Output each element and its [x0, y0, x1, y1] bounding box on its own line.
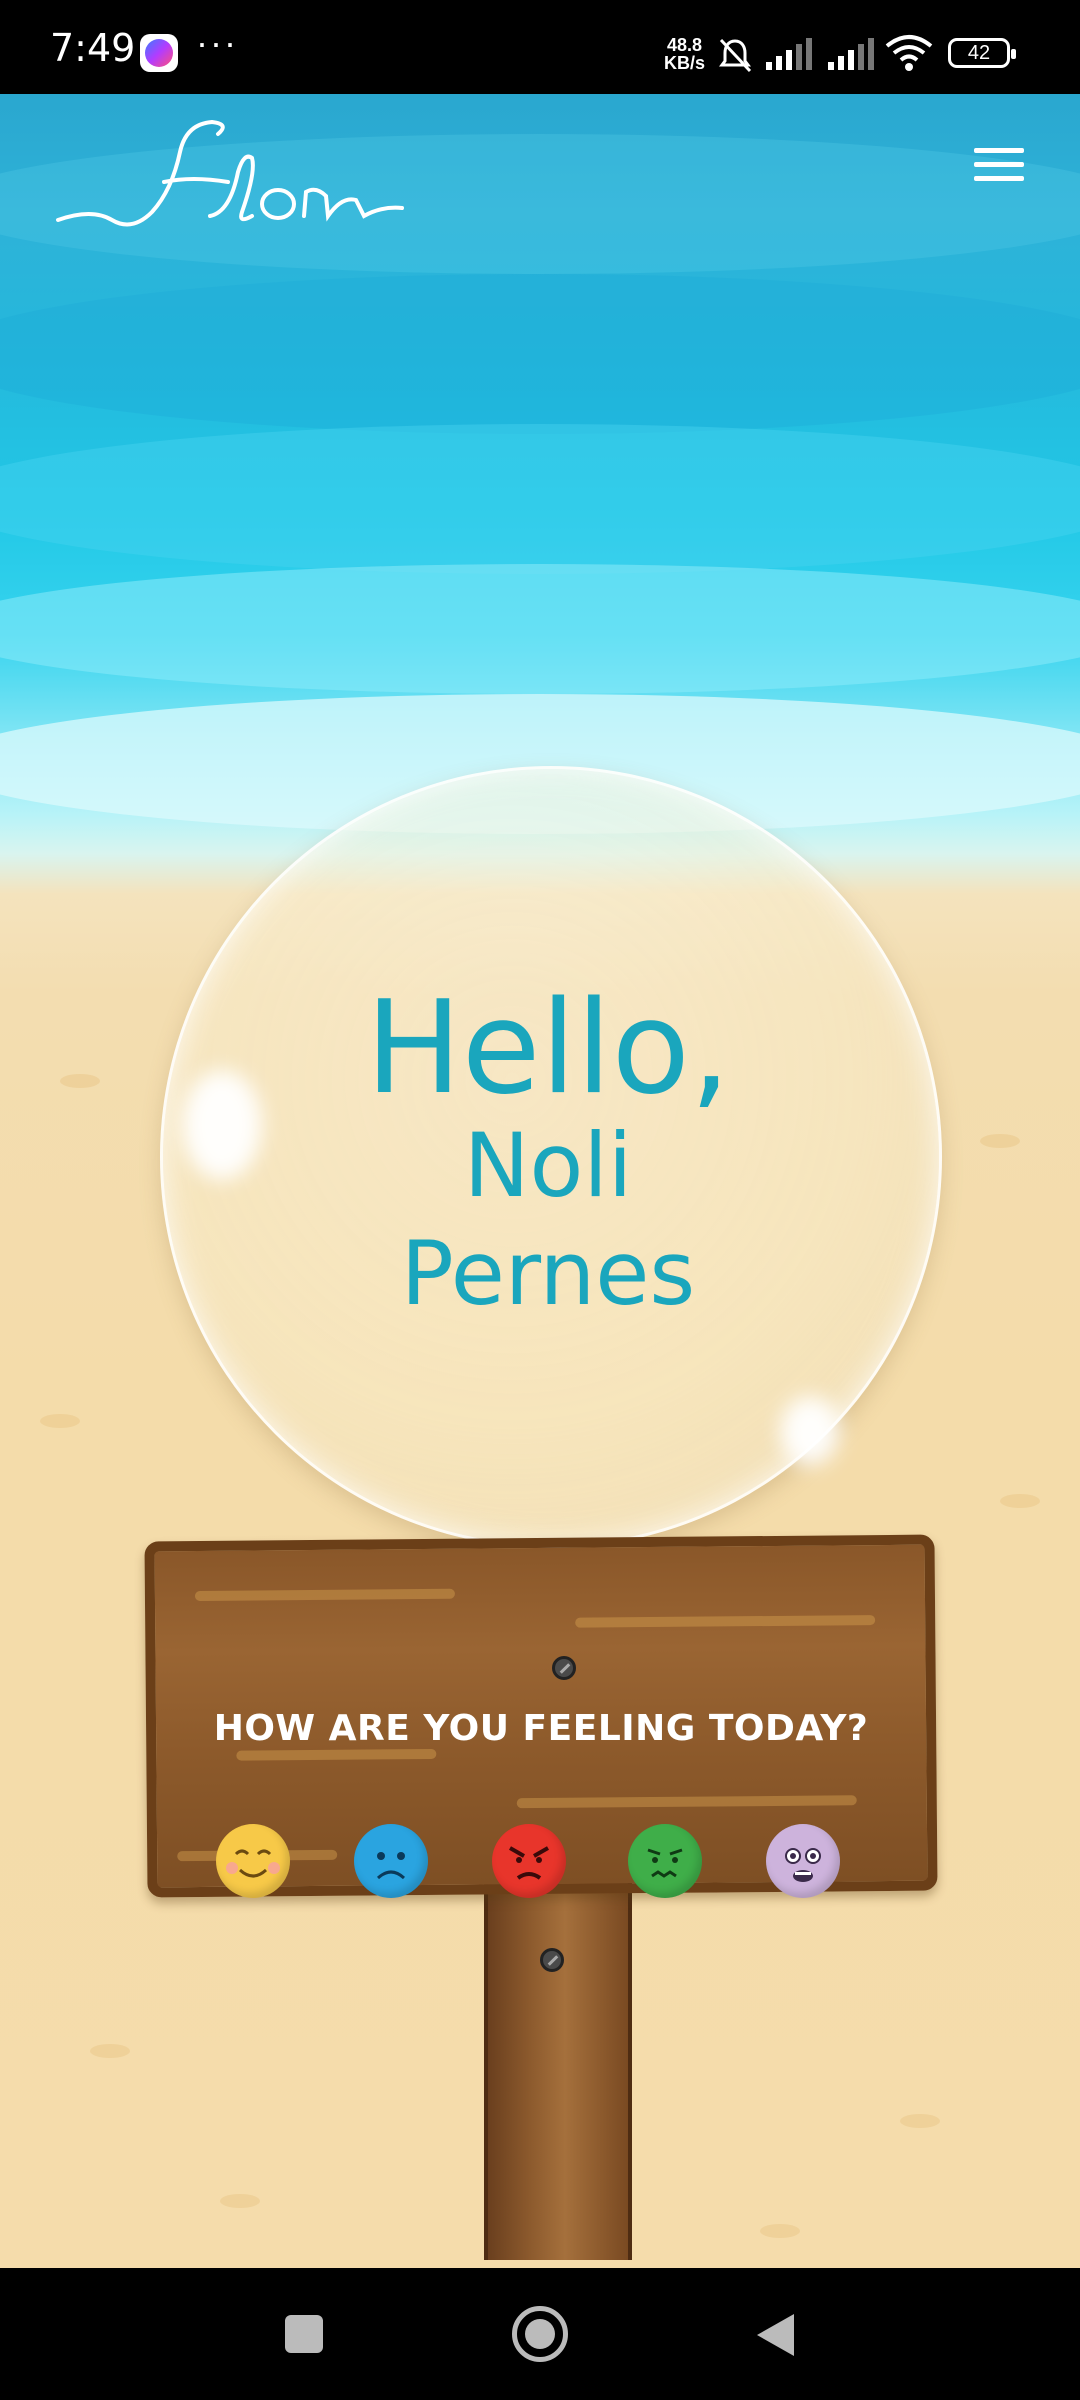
- bell-muted-icon: [719, 38, 752, 73]
- recents-square-icon[interactable]: [244, 2268, 364, 2400]
- more-notifications-icon: ···: [196, 22, 238, 63]
- home-circle-icon[interactable]: [480, 2268, 600, 2400]
- nail-icon: [540, 1948, 564, 1972]
- sand-texture: [980, 1134, 1020, 1148]
- wifi-icon: [885, 35, 933, 71]
- user-last-name: Pernes: [400, 1222, 696, 1325]
- system-nav-bar: [0, 2268, 1080, 2400]
- nail-icon: [552, 1656, 576, 1680]
- battery-icon: 42: [948, 38, 1016, 68]
- sign-post: [484, 1880, 632, 2260]
- status-time: 7:49: [50, 26, 136, 70]
- greeting-hello: Hello,: [365, 974, 731, 1123]
- sand-texture: [1000, 1494, 1040, 1508]
- sand-texture: [40, 1414, 80, 1428]
- back-triangle-icon[interactable]: [716, 2268, 836, 2400]
- signal-icon-2: [828, 38, 874, 70]
- bubble-highlight: [780, 1396, 840, 1466]
- sand-texture: [900, 2114, 940, 2128]
- user-first-name: Noli: [463, 1114, 633, 1217]
- mood-scared-icon[interactable]: [766, 1824, 840, 1898]
- messenger-icon: [140, 34, 178, 72]
- wave-decoration: [0, 424, 1080, 574]
- mood-sick-icon[interactable]: [628, 1824, 702, 1898]
- network-speed: 48.8 KB/s: [664, 35, 706, 73]
- mood-question: HOW ARE YOU FEELING TODAY?: [213, 1708, 869, 1749]
- sand-texture: [220, 2194, 260, 2208]
- signal-icon: [766, 38, 812, 70]
- mood-angry-icon[interactable]: [492, 1824, 566, 1898]
- status-bar: 7:49 ··· 48.8 KB/s 42: [0, 0, 1080, 94]
- mood-happy-icon[interactable]: [216, 1824, 290, 1898]
- mood-sad-icon[interactable]: [354, 1824, 428, 1898]
- sand-texture: [760, 2224, 800, 2238]
- hamburger-menu-icon[interactable]: [974, 144, 1028, 184]
- sand-texture: [90, 2044, 130, 2058]
- app-logo: [56, 119, 404, 227]
- wave-decoration: [0, 274, 1080, 434]
- sand-texture: [60, 1074, 100, 1088]
- wave-decoration: [0, 564, 1080, 694]
